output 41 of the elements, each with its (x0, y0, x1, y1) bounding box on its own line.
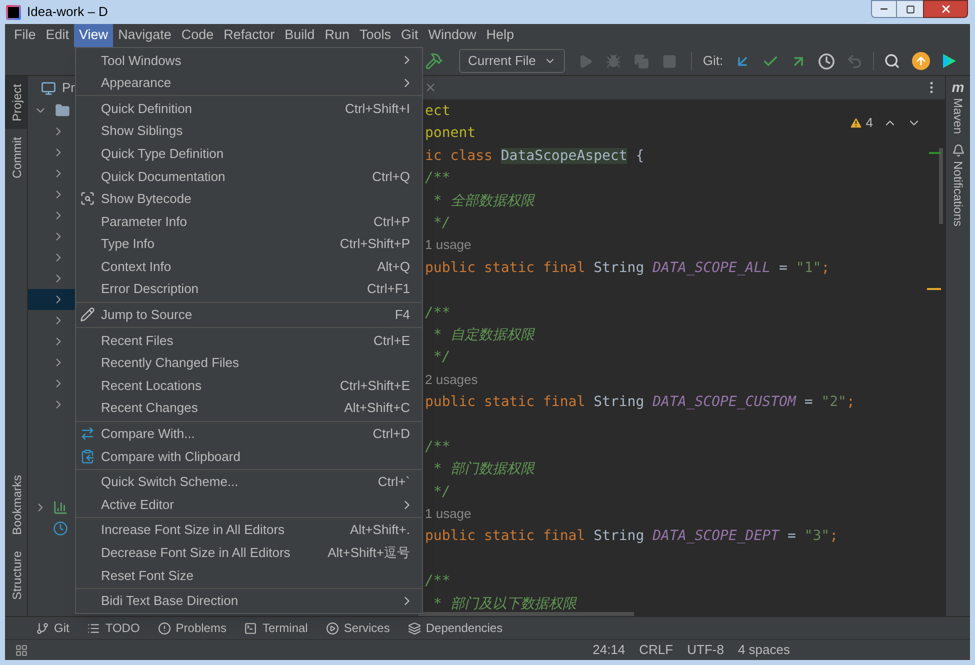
code-comment: */ (432, 349, 450, 366)
code-token: "2" (821, 394, 846, 410)
git-label: Git: (702, 52, 724, 70)
panel-title: Pr (62, 79, 75, 98)
code-comment: * 部门及以下数据权限 (432, 596, 576, 612)
code-token: ; (846, 394, 855, 410)
code-token: ; (830, 528, 838, 544)
code-comment: * 自定数据权限 (432, 326, 534, 343)
code-comment: /** (425, 170, 450, 186)
window-title: Idea-work – D (27, 3, 108, 22)
maven-icon: m (952, 80, 964, 94)
code-token: DATA_SCOPE_CUSTOM (652, 394, 796, 410)
code-token: = (786, 528, 797, 544)
code-token: "1" (796, 260, 822, 276)
code-token: DataScopeAspect (500, 148, 628, 164)
code-comment: */ (432, 484, 450, 500)
usage-hint: 1 usage (425, 237, 472, 252)
code-comment: /** (425, 573, 450, 590)
code-token: DATA_SCOPE_DEPT (652, 528, 780, 544)
code-token: public static final (425, 260, 586, 276)
code-token: public static final (425, 394, 586, 410)
code-token: String (594, 528, 646, 544)
usage-hint: 2 usages (425, 372, 478, 387)
code-token: String (594, 260, 646, 276)
code-token: ; (821, 260, 830, 276)
code-token: = (778, 260, 788, 276)
code-token: "3" (804, 528, 830, 544)
code-comment: /** (425, 438, 450, 455)
code-token: public static final (425, 528, 586, 544)
usage-hint: 1 usage (425, 506, 472, 522)
code-token: ic class (425, 148, 494, 164)
code-token: DATA_SCOPE_ALL (652, 260, 771, 276)
code-token: = (803, 394, 814, 410)
code-token: ect (425, 103, 450, 119)
code-comment: * 部门数据权限 (432, 461, 534, 478)
code-comment: /** (425, 304, 450, 321)
code-token: { (634, 148, 644, 164)
code-comment: */ (432, 214, 450, 231)
code-token: ponent (425, 125, 476, 142)
code-comment: * 全部数据权限 (432, 192, 534, 209)
code-token: String (594, 394, 646, 410)
